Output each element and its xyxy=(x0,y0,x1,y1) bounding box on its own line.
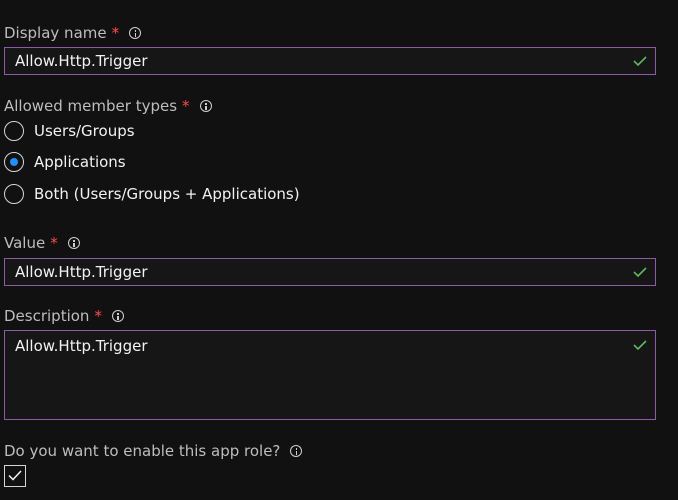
display-name-label: Display name * xyxy=(4,22,142,44)
valid-checkmark-icon xyxy=(633,340,647,350)
radio-option-both[interactable]: Both (Users/Groups + Applications) xyxy=(4,182,300,206)
radio-label: Users/Groups xyxy=(34,122,135,140)
required-asterisk: * xyxy=(94,307,102,325)
info-icon[interactable] xyxy=(199,100,212,112)
description-label: Description * xyxy=(4,305,124,327)
value-label-text: Value xyxy=(4,234,46,252)
enable-role-checkbox[interactable] xyxy=(4,465,26,487)
info-icon[interactable] xyxy=(67,237,80,249)
checkbox-check-icon xyxy=(8,470,22,481)
info-icon[interactable] xyxy=(129,27,142,39)
valid-checkmark-icon xyxy=(633,267,647,277)
radio-option-applications[interactable]: Applications xyxy=(4,150,126,174)
description-label-text: Description xyxy=(4,307,90,325)
radio-button[interactable] xyxy=(4,121,24,141)
required-asterisk: * xyxy=(50,234,58,252)
radio-option-users-groups[interactable]: Users/Groups xyxy=(4,119,135,143)
member-types-label: Allowed member types * xyxy=(4,95,212,117)
radio-label: Both (Users/Groups + Applications) xyxy=(34,185,300,203)
display-name-value: Allow.Http.Trigger xyxy=(15,52,148,70)
radio-button-selected[interactable] xyxy=(4,152,24,172)
radio-label: Applications xyxy=(34,153,126,171)
display-name-label-text: Display name xyxy=(4,24,107,42)
enable-role-label-text: Do you want to enable this app role? xyxy=(4,442,281,460)
value-field-value: Allow.Http.Trigger xyxy=(15,263,148,281)
valid-checkmark-icon xyxy=(633,56,647,66)
info-icon[interactable] xyxy=(290,445,303,457)
description-textarea[interactable]: Allow.Http.Trigger xyxy=(4,330,656,420)
required-asterisk: * xyxy=(111,24,120,42)
info-icon[interactable] xyxy=(111,310,124,322)
required-asterisk: * xyxy=(182,97,190,115)
radio-button[interactable] xyxy=(4,184,24,204)
description-value: Allow.Http.Trigger xyxy=(15,337,148,355)
display-name-input[interactable]: Allow.Http.Trigger xyxy=(4,47,656,75)
member-types-label-text: Allowed member types xyxy=(4,97,178,115)
enable-role-label: Do you want to enable this app role? xyxy=(4,440,303,462)
value-label: Value * xyxy=(4,232,80,254)
value-input[interactable]: Allow.Http.Trigger xyxy=(4,258,656,286)
